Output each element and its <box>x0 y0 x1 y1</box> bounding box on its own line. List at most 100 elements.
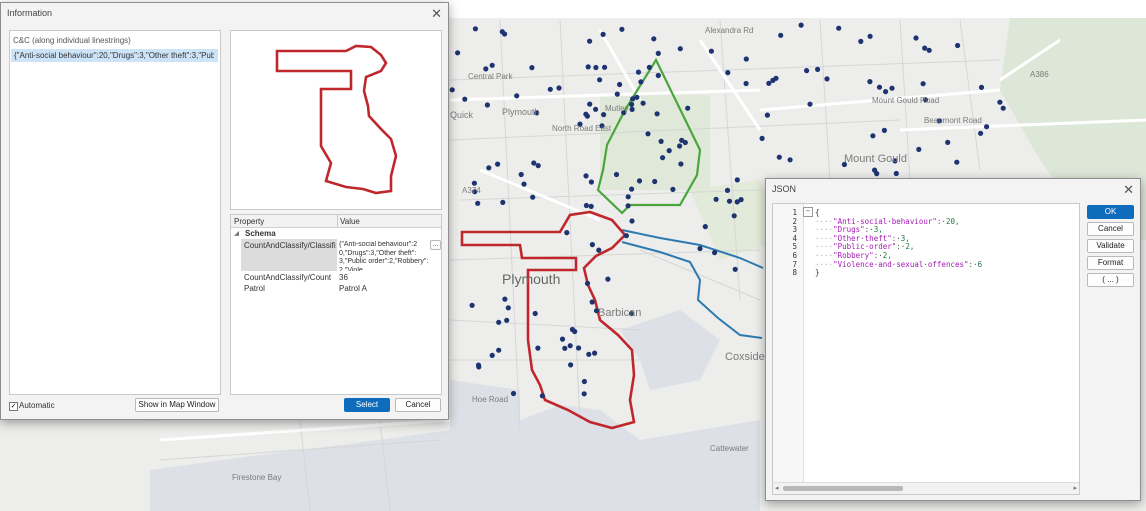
crime-point[interactable] <box>547 86 553 92</box>
crime-point[interactable] <box>635 69 642 75</box>
more-button[interactable]: ( ... ) <box>1087 273 1134 287</box>
crime-point[interactable] <box>587 101 593 107</box>
crime-point[interactable] <box>584 280 591 286</box>
crime-point[interactable] <box>567 343 573 349</box>
crime-point[interactable] <box>926 47 932 53</box>
fold-icon[interactable]: − <box>803 207 813 217</box>
crime-point[interactable] <box>954 159 960 165</box>
crime-point[interactable] <box>913 35 919 41</box>
format-button[interactable]: Format <box>1087 256 1134 270</box>
crime-point[interactable] <box>592 350 598 356</box>
crime-point[interactable] <box>679 137 685 143</box>
crime-point[interactable] <box>870 133 876 139</box>
crime-point[interactable] <box>685 105 691 111</box>
list-item[interactable]: {"Anti-social behaviour":20,"Drugs":3,"O… <box>11 49 218 62</box>
crime-point[interactable] <box>495 161 501 167</box>
crime-point[interactable] <box>556 85 562 91</box>
crime-point[interactable] <box>743 80 749 87</box>
crime-point[interactable] <box>713 196 719 202</box>
crime-point[interactable] <box>562 345 568 351</box>
crime-point[interactable] <box>593 106 599 112</box>
close-icon[interactable]: ✕ <box>431 6 442 22</box>
crime-point[interactable] <box>483 66 489 72</box>
crime-point[interactable] <box>646 64 653 70</box>
crime-point[interactable] <box>625 203 631 209</box>
crime-point[interactable] <box>576 345 582 351</box>
crime-point[interactable] <box>614 91 620 97</box>
crime-point[interactable] <box>449 87 455 93</box>
crime-point[interactable] <box>874 171 880 177</box>
crime-point[interactable] <box>629 106 635 112</box>
scrollbar-thumb[interactable] <box>783 486 903 491</box>
crime-point[interactable] <box>587 38 593 44</box>
collapse-icon[interactable]: ◢ <box>234 229 239 237</box>
crime-point[interactable] <box>583 173 589 179</box>
crime-point[interactable] <box>867 33 873 39</box>
crime-point[interactable] <box>658 138 664 144</box>
crime-point[interactable] <box>636 178 643 184</box>
crime-point[interactable] <box>529 65 535 71</box>
crime-point[interactable] <box>1000 105 1006 111</box>
crime-point[interactable] <box>583 111 589 117</box>
crime-point[interactable] <box>589 299 595 305</box>
crime-point[interactable] <box>807 101 813 107</box>
crime-point[interactable] <box>602 64 608 70</box>
crime-point[interactable] <box>734 177 740 183</box>
crime-point[interactable] <box>486 165 492 171</box>
select-button[interactable]: Select <box>344 398 390 412</box>
json-editor[interactable]: − 1{2 ····"Anti-social·behaviour":·20, 3 ··… <box>772 203 1080 495</box>
crime-point[interactable] <box>732 266 738 272</box>
crime-point[interactable] <box>726 198 733 204</box>
show-in-map-button[interactable]: Show in Map Window <box>135 398 219 412</box>
crime-point[interactable] <box>530 194 536 200</box>
crime-point[interactable] <box>798 22 804 28</box>
crime-point[interactable] <box>638 79 644 85</box>
crime-point[interactable] <box>613 171 620 178</box>
crime-point[interactable] <box>712 250 718 256</box>
crime-point[interactable] <box>883 89 889 95</box>
horizontal-scrollbar[interactable]: ◂ ▸ <box>773 482 1079 494</box>
crime-point[interactable] <box>531 160 537 166</box>
crime-point[interactable] <box>922 45 928 51</box>
cancel-button[interactable]: Cancel <box>395 398 441 412</box>
crime-point[interactable] <box>743 56 749 62</box>
crime-point[interactable] <box>867 79 873 85</box>
crime-point[interactable] <box>766 80 772 86</box>
crime-point[interactable] <box>455 50 461 56</box>
crime-point[interactable] <box>502 296 508 302</box>
crime-point[interactable] <box>521 181 527 187</box>
crime-point[interactable] <box>984 124 990 130</box>
crime-point[interactable] <box>499 29 505 35</box>
crime-point[interactable] <box>532 310 538 317</box>
crime-point[interactable] <box>725 70 731 76</box>
crime-point[interactable] <box>588 203 594 209</box>
crime-point[interactable] <box>589 242 596 248</box>
crime-point[interactable] <box>585 64 591 70</box>
crime-point[interactable] <box>955 42 961 49</box>
crime-point[interactable] <box>504 317 510 323</box>
crime-point[interactable] <box>889 85 895 91</box>
crime-point[interactable] <box>535 163 541 169</box>
crime-point[interactable] <box>670 186 676 192</box>
crime-point[interactable] <box>484 102 490 108</box>
ok-button[interactable]: OK <box>1087 205 1134 219</box>
crime-point[interactable] <box>617 81 623 88</box>
crime-point[interactable] <box>764 112 771 118</box>
crime-point[interactable] <box>559 336 566 342</box>
crime-point[interactable] <box>836 25 842 31</box>
crime-point[interactable] <box>597 77 603 83</box>
crime-point[interactable] <box>581 391 587 397</box>
crime-point[interactable] <box>697 245 703 252</box>
crime-point[interactable] <box>505 305 511 311</box>
crime-point[interactable] <box>916 146 922 152</box>
crime-point[interactable] <box>778 32 784 38</box>
crime-point[interactable] <box>625 194 631 200</box>
crime-point[interactable] <box>654 111 660 117</box>
crime-point[interactable] <box>510 390 517 397</box>
crime-point[interactable] <box>678 161 684 167</box>
crime-point[interactable] <box>588 179 595 185</box>
crime-point[interactable] <box>677 46 683 52</box>
crime-point[interactable] <box>596 247 602 253</box>
crime-point[interactable] <box>893 170 899 177</box>
crime-point[interactable] <box>655 50 661 57</box>
